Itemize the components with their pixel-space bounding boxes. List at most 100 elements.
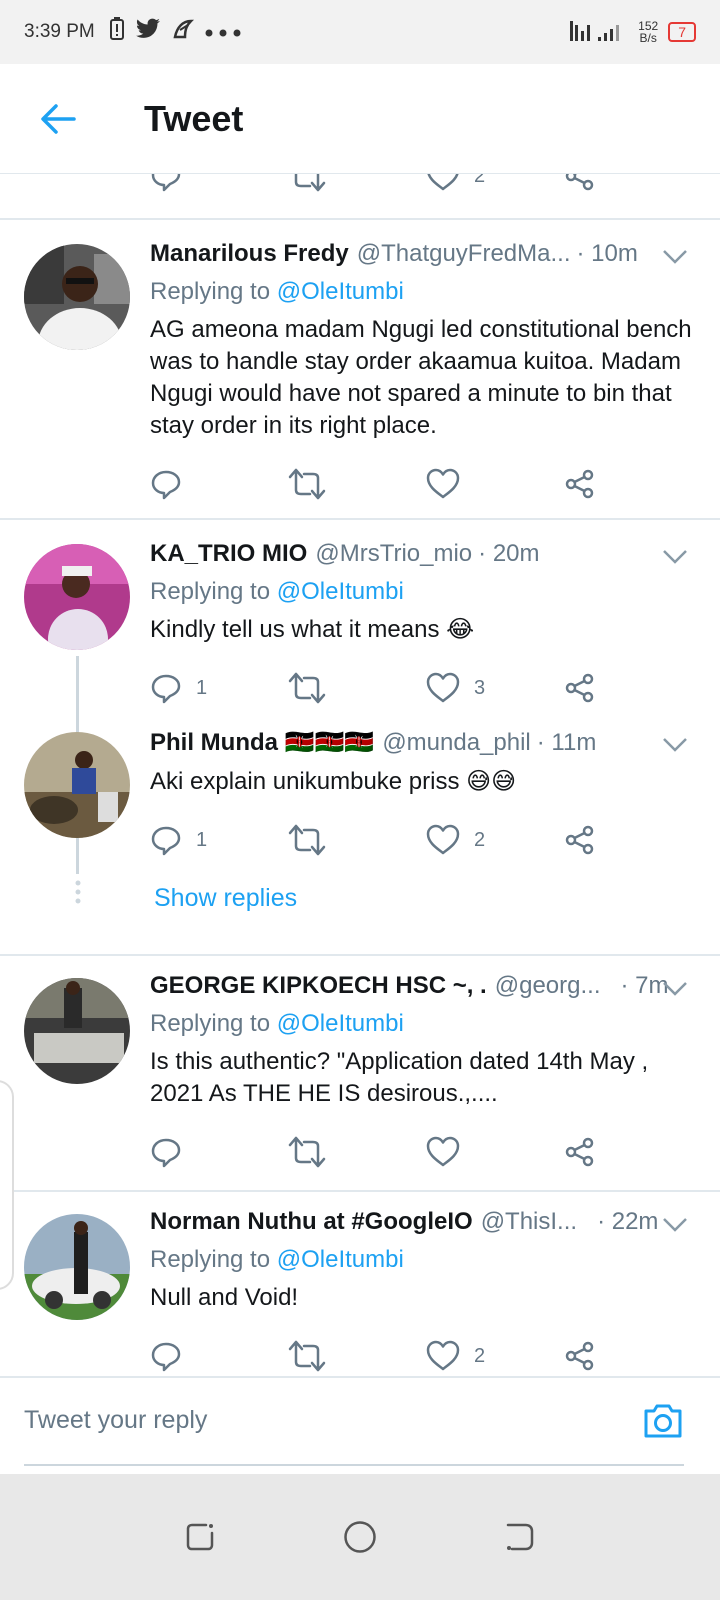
more-dots-icon: [205, 21, 241, 43]
reply-button[interactable]: 1: [150, 824, 288, 856]
retweet-button[interactable]: [288, 468, 426, 500]
timestamp: · 11m: [536, 729, 597, 756]
share-button[interactable]: [564, 824, 614, 856]
tweet-actions: [150, 464, 620, 504]
reply-button[interactable]: [150, 1136, 288, 1168]
tweet-text: Kindly tell us what it means 😂: [150, 616, 475, 643]
thread-line: [76, 838, 79, 874]
share-button[interactable]: [564, 1136, 614, 1168]
heart-icon: [426, 468, 460, 499]
tweet-actions: 2: [150, 1336, 620, 1376]
mention-link[interactable]: @OleItumbi: [277, 1010, 404, 1037]
tweet-menu-button[interactable]: [662, 976, 688, 1004]
tweet-menu-button[interactable]: [662, 732, 688, 760]
reply-input[interactable]: Tweet your reply: [24, 1406, 207, 1435]
heart-icon: [427, 174, 459, 191]
chevron-down-icon: [663, 982, 687, 996]
tweet-menu-button[interactable]: [662, 244, 688, 272]
like-button[interactable]: 2: [426, 824, 564, 856]
display-name[interactable]: KA_TRIO MIO: [150, 540, 307, 568]
retweet-button[interactable]: [288, 1340, 426, 1372]
system-nav-bar: [0, 1474, 720, 1600]
share-button[interactable]: [564, 174, 614, 192]
display-name[interactable]: GEORGE KIPKOECH HSC ~, .: [150, 972, 487, 1000]
retweet-icon: [288, 1136, 326, 1168]
camera-button[interactable]: [642, 1402, 684, 1445]
tweet-menu-button[interactable]: [662, 544, 688, 572]
reply-icon: [151, 674, 181, 704]
replies-feed[interactable]: 2 Manarilous Fredy @ThatguyFredMa... · 1…: [0, 174, 720, 1404]
avatar[interactable]: [24, 244, 130, 350]
partial-tweet: 2: [0, 174, 720, 220]
replying-label: Replying to: [150, 578, 271, 605]
avatar[interactable]: [24, 978, 130, 1084]
tweet-text: Is this authentic? "Application dated 14…: [150, 1048, 649, 1107]
replying-to: Replying to @OleItumbi: [150, 578, 696, 606]
tweet[interactable]: Norman Nuthu at #GoogleIO @ThisI... · 22…: [0, 1192, 720, 1392]
tweet-text: Null and Void!: [150, 1284, 299, 1311]
reply-button[interactable]: [150, 468, 288, 500]
home-button[interactable]: [335, 1512, 385, 1562]
avatar[interactable]: [24, 1214, 130, 1320]
retweet-icon: [288, 468, 326, 500]
tweet[interactable]: Phil Munda 🇰🇪🇰🇪🇰🇪 @munda_phil · 11m Aki …: [0, 724, 720, 956]
avatar[interactable]: [24, 732, 130, 838]
like-button[interactable]: [426, 1136, 564, 1168]
reply-underline: [24, 1464, 684, 1466]
recents-button[interactable]: [175, 1512, 225, 1562]
display-name[interactable]: Manarilous Fredy: [150, 240, 349, 268]
share-icon: [565, 1137, 594, 1167]
net-speed: 152 B/s: [638, 20, 658, 44]
like-count: 3: [474, 676, 486, 699]
reply-icon: [151, 826, 181, 856]
retweet-button[interactable]: [288, 174, 426, 192]
share-button[interactable]: [564, 1340, 614, 1372]
tweet[interactable]: Manarilous Fredy @ThatguyFredMa... · 10m…: [0, 220, 720, 520]
tweet-actions: [150, 1132, 620, 1172]
camera-icon: [644, 1404, 682, 1438]
retweet-button[interactable]: [288, 1136, 426, 1168]
tweet[interactable]: GEORGE KIPKOECH HSC ~, . @georg... · 7m …: [0, 956, 720, 1192]
chevron-down-icon: [663, 550, 687, 564]
tweet-menu-button[interactable]: [662, 1212, 688, 1240]
show-replies-link[interactable]: Show replies: [154, 884, 696, 913]
page-title: Tweet: [144, 97, 244, 139]
display-name[interactable]: Phil Munda 🇰🇪🇰🇪🇰🇪: [150, 728, 374, 757]
mention-link[interactable]: @OleItumbi: [277, 278, 404, 305]
reply-button[interactable]: [150, 174, 288, 192]
edge-panel-handle[interactable]: [0, 1080, 14, 1290]
user-handle[interactable]: @MrsTrio_mio: [315, 540, 472, 568]
user-handle[interactable]: @ThatguyFredMa...: [357, 240, 571, 268]
twitter-icon: [135, 18, 161, 46]
thread-more-dots: [74, 880, 82, 909]
reply-button[interactable]: [150, 1340, 288, 1372]
tweet-actions: 1 3: [150, 668, 620, 708]
back-nav-button[interactable]: [495, 1512, 545, 1562]
like-button[interactable]: 2: [426, 174, 564, 192]
share-button[interactable]: [564, 468, 614, 500]
timestamp: · 10m: [576, 240, 638, 267]
tweet-header: Manarilous Fredy @ThatguyFredMa... · 10m: [150, 240, 696, 276]
display-name[interactable]: Norman Nuthu at #GoogleIO: [150, 1208, 473, 1236]
share-button[interactable]: [564, 672, 614, 704]
mention-link[interactable]: @OleItumbi: [277, 1246, 404, 1273]
back-arrow-icon: [41, 103, 76, 134]
avatar[interactable]: [24, 544, 130, 650]
tweet[interactable]: KA_TRIO MIO @MrsTrio_mio · 20m Replying …: [0, 520, 720, 736]
like-button[interactable]: [426, 468, 564, 500]
user-handle[interactable]: @munda_phil: [382, 729, 530, 757]
retweet-button[interactable]: [288, 672, 426, 704]
back-button[interactable]: [28, 89, 88, 149]
replying-to: Replying to @OleItumbi: [150, 1246, 696, 1274]
share-icon: [565, 1341, 594, 1371]
timestamp: · 20m: [478, 540, 540, 567]
reply-button[interactable]: 1: [150, 672, 288, 704]
like-button[interactable]: 3: [426, 672, 564, 704]
like-button[interactable]: 2: [426, 1340, 564, 1372]
mention-link[interactable]: @OleItumbi: [277, 578, 404, 605]
top-app-bar: Tweet: [0, 64, 720, 174]
user-handle[interactable]: @ThisI...: [481, 1208, 577, 1236]
user-handle[interactable]: @georg...: [495, 972, 601, 1000]
retweet-button[interactable]: [288, 824, 426, 856]
tweet-header: Phil Munda 🇰🇪🇰🇪🇰🇪 @munda_phil · 11m: [150, 728, 696, 764]
